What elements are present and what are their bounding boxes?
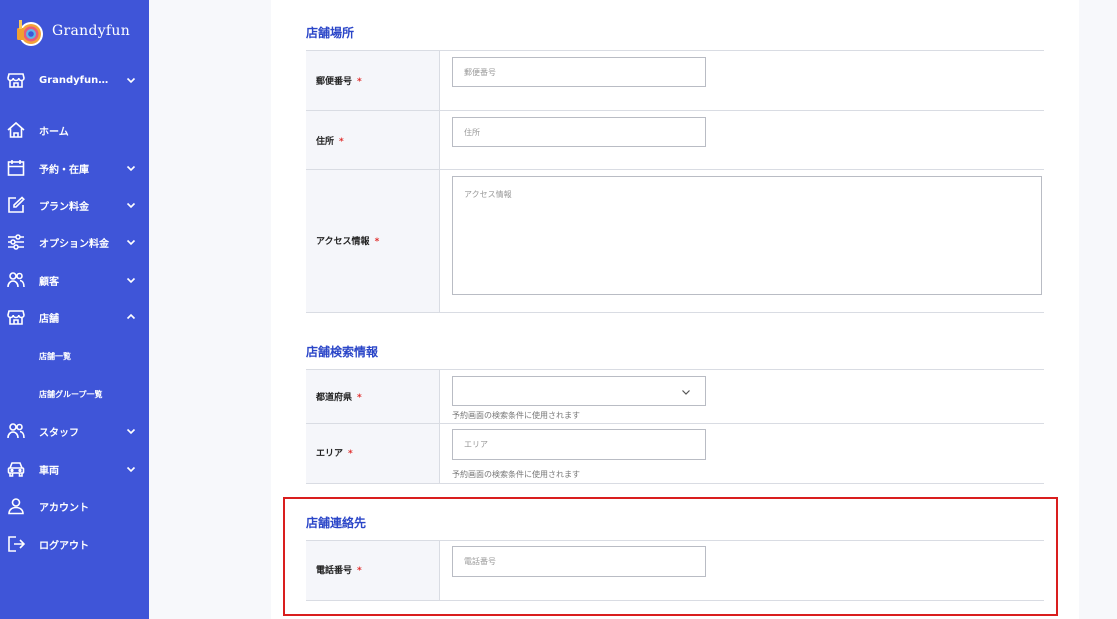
sidebar-item-label: アカウント [39, 502, 89, 514]
sidebar-item-label: 店舗 [39, 313, 59, 325]
logo-text: Grandyfun [52, 23, 131, 39]
field-label: 住所 * [316, 137, 344, 147]
access-info-textarea[interactable]: アクセス情報 [452, 176, 1042, 295]
sidebar-item-label: 車両 [39, 465, 59, 477]
section-title-search: 店舗検索情報 [306, 345, 379, 359]
users-icon [6, 421, 26, 441]
car-icon [6, 459, 26, 479]
logout-icon [6, 534, 26, 554]
chevron-down-icon [125, 463, 137, 475]
area-input[interactable]: エリア [452, 429, 706, 460]
sidebar-item-account[interactable]: アカウント [0, 487, 149, 525]
divider [306, 312, 1044, 313]
sidebar-item-vehicles[interactable]: 車両 [0, 450, 149, 488]
field-label: アクセス情報 * [316, 237, 380, 247]
sidebar-subitem-store-group-list[interactable]: 店舗グループ一覧 [39, 389, 103, 400]
address-input[interactable]: 住所 [452, 117, 706, 147]
sidebar-item-option-price[interactable]: オプション料金 [0, 223, 149, 261]
form-row-area: エリア * エリア 予約画面の検索条件に使用されます [306, 423, 1044, 483]
field-label-cell: エリア * [306, 424, 440, 483]
field-label-cell: 都道府県 * [306, 370, 440, 423]
sidebar-item-label: プラン料金 [39, 201, 89, 213]
form-row-postal-code: 郵便番号 * 郵便番号 [306, 50, 1044, 110]
chevron-down-icon [125, 199, 137, 211]
sidebar-item-home[interactable]: ホーム [0, 111, 149, 149]
form-row-prefecture: 都道府県 * 予約画面の検索条件に使用されます [306, 369, 1044, 423]
sidebar-item-store-select[interactable]: Grandyfun… [0, 61, 149, 99]
sidebar-item-label: Grandyfun… [39, 74, 109, 86]
store-icon [6, 70, 26, 90]
sidebar-item-logout[interactable]: ログアウト [0, 525, 149, 563]
edit-icon [6, 195, 26, 215]
form-row-address: 住所 * 住所 [306, 110, 1044, 169]
home-icon [6, 120, 26, 140]
sidebar-item-customers[interactable]: 顧客 [0, 261, 149, 299]
prefecture-select[interactable] [452, 376, 706, 406]
sidebar-item-staff[interactable]: スタッフ [0, 412, 149, 450]
field-label-cell: 郵便番号 * [306, 51, 440, 110]
field-label-cell: アクセス情報 * [306, 170, 440, 312]
prefecture-hint: 予約画面の検索条件に使用されます [452, 411, 580, 420]
sliders-icon [6, 232, 26, 252]
chevron-down-icon [125, 74, 137, 86]
store-icon [6, 307, 26, 327]
sidebar-subitem-store-list[interactable]: 店舗一覧 [39, 351, 71, 362]
chevron-down-icon [125, 425, 137, 437]
chevron-up-icon [125, 311, 137, 323]
logo-icon [12, 14, 46, 48]
sidebar: Grandyfun Grandyfun… ホーム 予約・在庫 プラン料金 オプシ… [0, 0, 149, 619]
field-label: エリア * [316, 449, 353, 459]
chevron-down-icon [125, 274, 137, 286]
sidebar-item-label: 顧客 [39, 276, 59, 288]
form-row-access-info: アクセス情報 * アクセス情報 [306, 169, 1044, 312]
user-icon [6, 496, 26, 516]
sidebar-item-plan-price[interactable]: プラン料金 [0, 186, 149, 224]
postal-code-input[interactable]: 郵便番号 [452, 57, 706, 87]
chevron-down-icon [681, 387, 691, 399]
chevron-down-icon [125, 162, 137, 174]
sidebar-item-label: オプション料金 [39, 238, 109, 250]
sidebar-item-label: ホーム [39, 126, 69, 138]
chevron-down-icon [125, 236, 137, 248]
highlight-box [283, 497, 1058, 616]
sidebar-item-label: スタッフ [39, 427, 79, 439]
section-title-location: 店舗場所 [306, 26, 355, 40]
divider [306, 483, 1044, 484]
sidebar-item-stores[interactable]: 店舗 [0, 298, 149, 336]
area-hint: 予約画面の検索条件に使用されます [452, 470, 580, 479]
calendar-icon [6, 158, 26, 178]
field-label: 郵便番号 * [316, 77, 362, 87]
users-icon [6, 270, 26, 290]
sidebar-item-reservations[interactable]: 予約・在庫 [0, 149, 149, 187]
field-label-cell: 住所 * [306, 111, 440, 169]
sidebar-item-label: ログアウト [39, 540, 89, 552]
field-label: 都道府県 * [316, 393, 362, 403]
sidebar-item-label: 予約・在庫 [39, 164, 89, 176]
logo[interactable]: Grandyfun [12, 13, 130, 49]
